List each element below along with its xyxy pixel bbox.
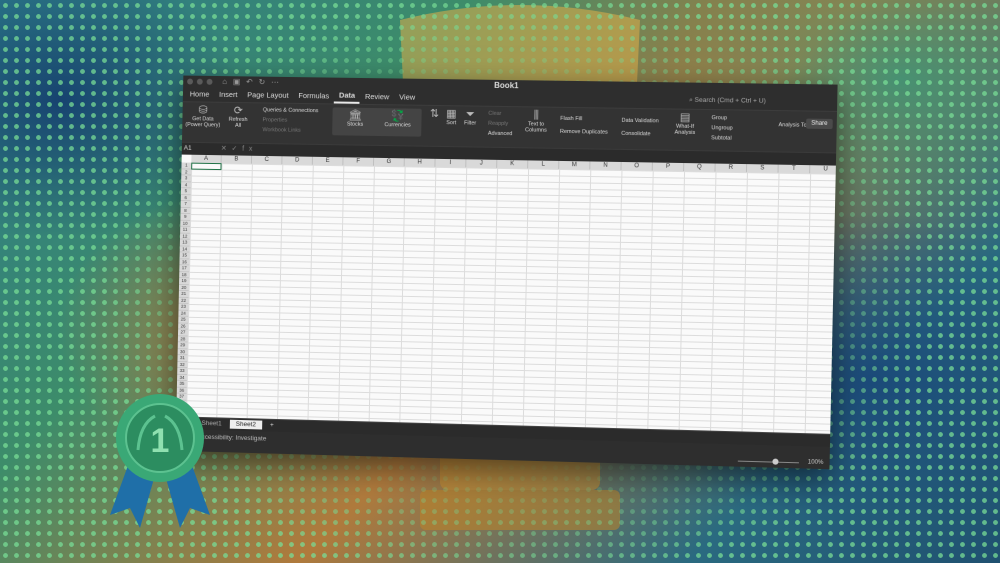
currencies-label: Currencies	[384, 122, 411, 129]
tab-page-layout[interactable]: Page Layout	[242, 88, 293, 103]
zoom-knob[interactable]	[772, 458, 779, 465]
text-to-columns-label: Text to Columns	[524, 121, 547, 134]
properties-button[interactable]: Properties	[263, 117, 288, 123]
data-types-gallery: 🏛 Stocks 💱 Currencies	[332, 107, 422, 137]
sort-icon: ▦	[446, 108, 457, 121]
add-sheet-icon[interactable]: +	[264, 421, 280, 430]
data-validation-button[interactable]: Data Validation	[621, 118, 658, 125]
tab-review[interactable]: Review	[360, 90, 395, 104]
columns-icon: ⫼	[533, 109, 539, 122]
filter-label: Filter	[463, 120, 477, 127]
tab-home[interactable]: Home	[185, 87, 215, 101]
sort-label: Sort	[446, 120, 457, 127]
stocks-label: Stocks	[346, 121, 364, 128]
group-button[interactable]: Group	[711, 115, 727, 121]
sort-button[interactable]: ▦ Sort	[442, 108, 460, 126]
share-label: Share	[811, 120, 828, 127]
subtotal-button[interactable]: Subtotal	[711, 135, 732, 141]
reapply-button[interactable]: Reapply	[488, 121, 508, 127]
name-box[interactable]: A1	[184, 145, 192, 152]
sheet-tab-2[interactable]: Sheet2	[229, 419, 262, 430]
flash-fill-button[interactable]: Flash Fill	[560, 116, 582, 122]
sort-az-icon: ⇅	[429, 107, 440, 120]
zoom-slider[interactable]	[737, 460, 799, 464]
search-field[interactable]: ⌕ Search (Cmd + Ctrl + U)	[689, 97, 766, 106]
what-if-icon: ▤	[679, 111, 691, 124]
filter-icon: ⏷	[465, 108, 475, 121]
advanced-button[interactable]: Advanced	[488, 131, 513, 137]
formula-controls: ✕✓fx	[220, 145, 258, 153]
refresh-all-button[interactable]: ⟳ Refresh All	[227, 105, 249, 129]
refresh-icon: ⟳	[233, 104, 243, 117]
bank-icon: 🏛	[348, 109, 363, 122]
clear-button[interactable]: Clear	[488, 111, 501, 117]
excel-window: ⌂ ▣ ↶ ↻ ⋯ Book1 Home Insert Page Layout …	[175, 75, 838, 470]
filter-button[interactable]: ⏷ Filter	[461, 108, 479, 126]
tab-view[interactable]: View	[394, 90, 420, 104]
svg-text:1: 1	[151, 422, 170, 460]
what-if-label: What-If Analysis	[674, 123, 696, 137]
tab-insert[interactable]: Insert	[214, 88, 242, 102]
stocks-button[interactable]: 🏛 Stocks	[340, 110, 370, 128]
sort-az-button[interactable]: ⇅	[428, 108, 440, 120]
currency-icon: 💱	[390, 110, 405, 123]
medal-badge: 1	[110, 394, 210, 528]
remove-duplicates-button[interactable]: Remove Duplicates	[560, 129, 608, 136]
get-data-button[interactable]: ⛁ Get Data (Power Query)	[184, 104, 222, 128]
workbook-links-button[interactable]: Workbook Links	[262, 127, 300, 134]
selected-cell[interactable]	[191, 162, 222, 170]
worksheet-grid[interactable]: ABCDEFGHIJKLMNOPQRSTU 1 2 3 4 5 6 7 8 9 10 11 12 13 1…	[176, 154, 838, 434]
text-to-columns-button[interactable]: ⫼ Text to Columns	[523, 109, 550, 133]
search-placeholder: Search (Cmd + Ctrl + U)	[694, 96, 766, 105]
what-if-analysis-button[interactable]: ▤ What-If Analysis	[671, 111, 700, 136]
queries-connections-button[interactable]: Queries & Connections	[263, 107, 319, 114]
fx-icon[interactable]: fx	[242, 146, 257, 153]
database-icon: ⛁	[198, 104, 208, 117]
cells[interactable]	[186, 162, 836, 434]
zoom-level[interactable]: 100%	[808, 460, 824, 467]
refresh-label: Refresh All	[228, 116, 248, 129]
tab-formulas[interactable]: Formulas	[293, 89, 334, 103]
currencies-button[interactable]: 💱 Currencies	[380, 110, 416, 128]
tab-data[interactable]: Data	[333, 89, 361, 104]
ungroup-button[interactable]: Ungroup	[711, 125, 733, 131]
get-data-label: Get Data (Power Query)	[185, 116, 221, 129]
share-button[interactable]: Share	[805, 118, 833, 130]
consolidate-button[interactable]: Consolidate	[621, 131, 650, 137]
